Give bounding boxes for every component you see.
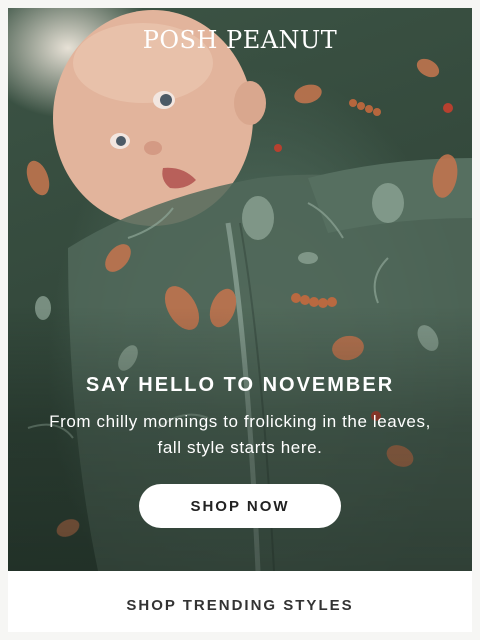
brand-logo[interactable]: POSH PEANUT [8,26,472,54]
hero-headline: SAY HELLO TO NOVEMBER [85,374,395,396]
hero-subtext: From chilly mornings to frolicking in th… [49,412,431,457]
email-container: POSH PEANUT SAY HELLO TO NOVEMBER From c… [8,8,472,632]
section-title: SHOP TRENDING STYLES [126,597,354,614]
hero-banner[interactable]: POSH PEANUT SAY HELLO TO NOVEMBER From c… [8,8,472,571]
shop-now-button[interactable]: SHOP NOW [139,484,341,528]
